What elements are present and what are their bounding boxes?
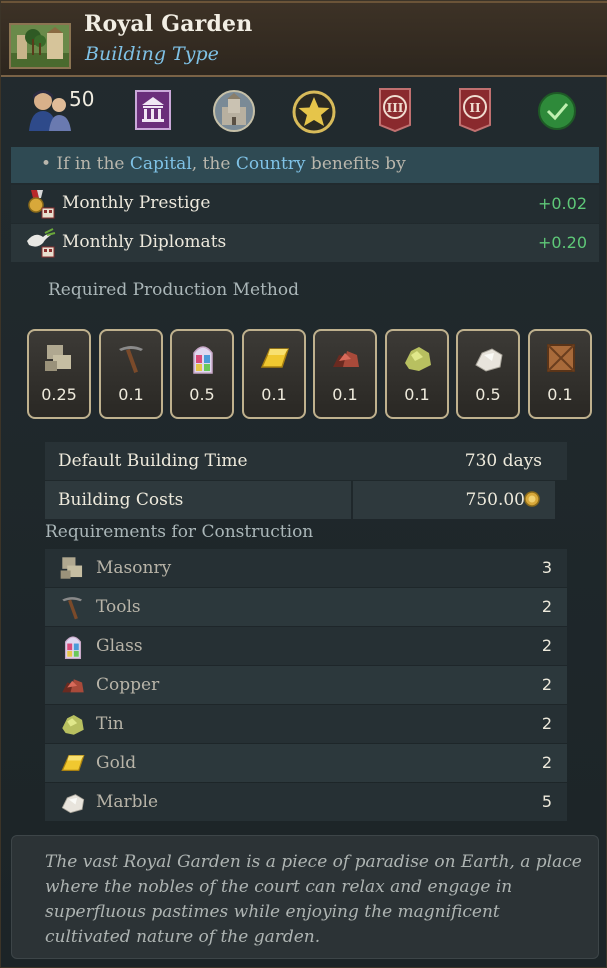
requirement-value: 5 [541, 792, 552, 811]
requirements-title: Requirements for Construction [45, 522, 314, 542]
tools-icon [119, 346, 143, 373]
good-value: 0.1 [547, 385, 573, 404]
production-method-label: Required Production Method [48, 280, 299, 300]
good-value: 0.5 [475, 385, 501, 404]
gold-icon [260, 348, 290, 368]
modifier-row: Monthly Diplomats +0.20 [11, 224, 599, 262]
svg-text:III: III [387, 101, 404, 115]
building-cost-value: 750.00 [465, 490, 525, 510]
tin-icon [62, 714, 84, 735]
requirement-label: Tin [96, 714, 124, 734]
good-card-tools[interactable]: 0.1 [99, 329, 163, 419]
marble-icon [61, 794, 85, 814]
good-value: 0.1 [332, 385, 358, 404]
good-card-glass[interactable]: 0.5 [170, 329, 234, 419]
prestige-medal-icon [25, 188, 57, 224]
requirement-row: Tin 2 [45, 705, 567, 743]
building-time-row: Default Building Time 730 days [45, 442, 567, 480]
requirement-value: 2 [541, 714, 552, 733]
copper-icon [62, 679, 84, 693]
requirement-row: Gold 2 [45, 744, 567, 782]
requirement-label: Masonry [96, 558, 172, 578]
building-time-label: Default Building Time [58, 451, 248, 471]
modifier-row: Monthly Prestige +0.02 [11, 185, 599, 223]
building-cost-label: Building Costs [58, 490, 184, 510]
building-time-value: 730 days [464, 451, 542, 471]
castle-icon[interactable] [212, 89, 256, 137]
requirement-label: Marble [96, 792, 159, 812]
good-value: 0.1 [404, 385, 430, 404]
dove-diplomat-icon [25, 227, 57, 263]
country-link[interactable]: Country [236, 154, 306, 174]
capital-condition-text: • If in the Capital, the Country benefit… [41, 154, 406, 174]
requirement-value: 2 [541, 753, 552, 772]
requirement-row: Marble 5 [45, 783, 567, 821]
masonry-icon [60, 557, 83, 579]
requirement-row: Tools 2 [45, 588, 567, 626]
modifier-label: Monthly Prestige [62, 193, 211, 213]
population-icon[interactable] [27, 87, 73, 137]
requirement-label: Glass [96, 636, 143, 656]
requirement-row: Masonry 3 [45, 549, 567, 587]
requirement-label: Gold [96, 753, 137, 773]
tier-2-banner-icon[interactable]: II [458, 87, 492, 137]
modifier-value: +0.20 [537, 233, 587, 252]
masonry-icon [45, 345, 71, 371]
good-value: 0.1 [118, 385, 144, 404]
description-text: The vast Royal Garden is a piece of para… [45, 852, 582, 947]
glass-icon [64, 636, 82, 659]
good-value: 0.25 [41, 385, 77, 404]
requirement-value: 3 [541, 558, 552, 577]
good-card-gold[interactable]: 0.1 [242, 329, 306, 419]
population-value: 50 [69, 87, 95, 111]
requirement-value: 2 [541, 636, 552, 655]
glass-icon [193, 346, 213, 374]
good-card-tin[interactable]: 0.1 [385, 329, 449, 419]
building-tooltip: Royal Garden Building Type 50 III II • I… [0, 0, 607, 968]
good-card-marble[interactable]: 0.5 [456, 329, 520, 419]
capital-condition-banner: • If in the Capital, the Country benefit… [11, 147, 599, 183]
copper-icon [333, 351, 359, 367]
crate-icon [547, 344, 575, 372]
tier-3-banner-icon[interactable]: III [378, 87, 412, 137]
modifier-label: Monthly Diplomats [62, 232, 227, 252]
good-value: 0.5 [189, 385, 215, 404]
requirement-row: Copper 2 [45, 666, 567, 704]
tooltip-header: Royal Garden Building Type [1, 1, 607, 77]
requirement-value: 2 [541, 675, 552, 694]
checkmark-icon[interactable] [537, 91, 577, 135]
production-goods-list: 0.25 0.1 0.5 0.1 0.1 0.1 0.5 0.1 [27, 329, 595, 421]
noble-estate-icon[interactable] [134, 89, 172, 135]
requirement-label: Tools [96, 597, 141, 617]
capital-link[interactable]: Capital [130, 154, 192, 174]
garden-building-icon [9, 23, 71, 69]
building-type-subtitle: Building Type [85, 43, 219, 65]
modifier-value: +0.02 [537, 194, 587, 213]
good-card-crate[interactable]: 0.1 [528, 329, 592, 419]
marble-icon [475, 348, 503, 372]
good-value: 0.1 [261, 385, 287, 404]
building-title: Royal Garden [84, 11, 253, 37]
good-card-copper[interactable]: 0.1 [313, 329, 377, 419]
building-cost-row: Building Costs 750.00 [45, 481, 567, 519]
good-card-masonry[interactable]: 0.25 [27, 329, 91, 419]
gold-coin-icon [524, 491, 540, 511]
star-icon[interactable] [291, 89, 337, 139]
gold-icon [61, 754, 85, 772]
attribute-icon-row: 50 III II [1, 87, 607, 137]
tools-icon [62, 597, 83, 620]
requirement-row: Glass 2 [45, 627, 567, 665]
tin-icon [405, 347, 431, 371]
requirement-label: Copper [96, 675, 160, 695]
requirement-value: 2 [541, 597, 552, 616]
description-box: The vast Royal Garden is a piece of para… [11, 835, 599, 959]
svg-text:II: II [469, 101, 481, 115]
